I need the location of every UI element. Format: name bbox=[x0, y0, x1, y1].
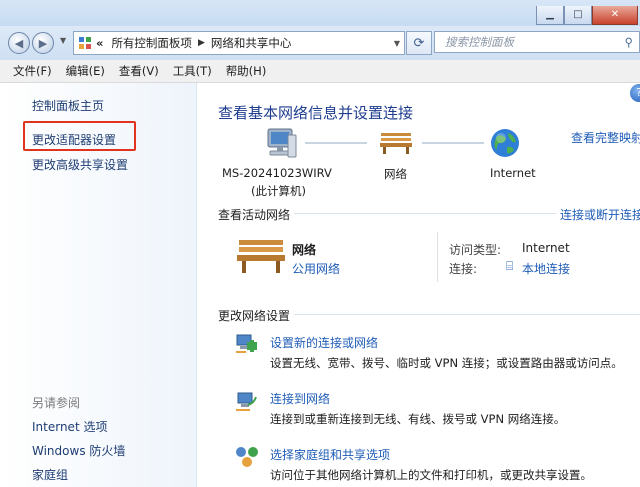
search-input[interactable]: 搜索控制面板 ⚲ bbox=[434, 31, 640, 53]
access-type-value: Internet bbox=[522, 241, 570, 255]
menu-edit[interactable]: 编辑(E) bbox=[59, 63, 112, 79]
address-bar[interactable]: « 所有控制面板项 ▶ 网络和共享中心 ▼ bbox=[73, 31, 405, 55]
map-connector-left bbox=[305, 142, 367, 144]
close-button[interactable]: ✕ bbox=[592, 6, 638, 25]
connection-label: 连接: bbox=[449, 262, 478, 276]
refresh-icon: ⟳ bbox=[413, 35, 425, 51]
connect-disconnect-link[interactable]: 连接或断开连接 bbox=[560, 206, 640, 223]
view-full-map-link[interactable]: 查看完整映射 bbox=[571, 129, 640, 146]
sidebar-link-homegroup[interactable]: 家庭组 bbox=[32, 466, 68, 483]
sidebar-link-home[interactable]: 控制面板主页 bbox=[32, 97, 104, 114]
map-connector-right bbox=[422, 142, 484, 144]
computer-name-label: MS-20241023WIRV bbox=[222, 166, 332, 180]
sidebar-link-advanced-sharing[interactable]: 更改高级共享设置 bbox=[32, 156, 128, 173]
change-settings-divider bbox=[294, 314, 640, 315]
setup-new-connection-link[interactable]: 设置新的连接或网络 bbox=[270, 334, 378, 351]
menu-file[interactable]: 文件(F) bbox=[0, 63, 59, 79]
sidebar-link-firewall[interactable]: Windows 防火墙 bbox=[32, 442, 125, 459]
connect-to-network-desc: 连接到或重新连接到无线、有线、拨号或 VPN 网络连接。 bbox=[270, 412, 566, 426]
breadcrumb-network-center[interactable]: 网络和共享中心 bbox=[207, 35, 296, 51]
history-dropdown-icon[interactable]: ▼ bbox=[60, 36, 66, 45]
homegroup-sharing-link[interactable]: 选择家庭组和共享选项 bbox=[270, 446, 390, 463]
minimize-button[interactable]: ▁ bbox=[536, 6, 564, 25]
access-type-label: 访问类型: bbox=[449, 243, 502, 257]
page-title: 查看基本网络信息并设置连接 bbox=[218, 104, 414, 122]
internet-globe-icon bbox=[489, 127, 521, 162]
maximize-button[interactable]: □ bbox=[564, 6, 592, 25]
homegroup-sharing-desc: 访问位于其他网络计算机上的文件和打印机，或更改共享设置。 bbox=[270, 468, 592, 482]
address-overflow[interactable]: « bbox=[92, 36, 107, 50]
homegroup-icon bbox=[234, 445, 260, 472]
connect-to-network-link[interactable]: 连接到网络 bbox=[270, 390, 330, 407]
sidebar-link-internet-options[interactable]: Internet 选项 bbox=[32, 418, 107, 435]
active-network-vdivider bbox=[437, 232, 438, 282]
internet-label: Internet bbox=[490, 166, 536, 180]
local-connection-link[interactable]: 本地连接 bbox=[522, 260, 570, 277]
active-networks-divider bbox=[294, 213, 556, 214]
address-dropdown-icon[interactable]: ▼ bbox=[394, 39, 400, 48]
search-icon[interactable]: ⚲ bbox=[625, 35, 633, 49]
network-type-link[interactable]: 公用网络 bbox=[292, 260, 340, 277]
network-bench-icon bbox=[379, 131, 413, 158]
forward-button[interactable]: ▶ bbox=[32, 32, 54, 54]
sidebar-link-adapter-settings[interactable]: 更改适配器设置 bbox=[32, 131, 116, 148]
network-label: 网络 bbox=[384, 167, 407, 181]
active-network-bench-icon bbox=[236, 238, 286, 277]
computer-icon bbox=[262, 127, 298, 164]
change-settings-heading: 更改网络设置 bbox=[218, 309, 291, 323]
help-icon[interactable]: ? bbox=[630, 84, 640, 102]
connect-network-icon bbox=[234, 389, 260, 416]
setup-new-connection-desc: 设置无线、宽带、拨号、临时或 VPN 连接；或设置路由器或访问点。 bbox=[270, 356, 623, 370]
search-placeholder: 搜索控制面板 bbox=[445, 35, 514, 49]
breadcrumb-all-items[interactable]: 所有控制面板项 bbox=[107, 35, 196, 51]
menu-help[interactable]: 帮助(H) bbox=[219, 63, 274, 79]
back-arrow-icon: ◀ bbox=[14, 36, 24, 50]
ethernet-icon: ⌸ bbox=[506, 259, 514, 273]
back-button[interactable]: ◀ bbox=[8, 32, 30, 54]
menu-tools[interactable]: 工具(T) bbox=[166, 63, 219, 79]
minimize-icon: ▁ bbox=[546, 9, 554, 20]
menu-view[interactable]: 查看(V) bbox=[112, 63, 166, 79]
window-controls: ▁ □ ✕ bbox=[536, 6, 638, 25]
menu-bar: 文件(F) 编辑(E) 查看(V) 工具(T) 帮助(H) bbox=[0, 60, 640, 83]
breadcrumb-arrow-icon[interactable]: ▶ bbox=[196, 38, 207, 48]
refresh-button[interactable]: ⟳ bbox=[406, 31, 432, 55]
active-network-name: 网络 bbox=[292, 243, 317, 257]
active-networks-heading: 查看活动网络 bbox=[218, 208, 291, 222]
forward-arrow-icon: ▶ bbox=[38, 36, 48, 50]
computer-sub-label: (此计算机) bbox=[251, 184, 306, 198]
control-panel-icon bbox=[78, 36, 92, 50]
see-also-heading: 另请参阅 bbox=[32, 396, 81, 410]
close-icon: ✕ bbox=[610, 9, 620, 20]
new-connection-icon bbox=[234, 332, 260, 359]
maximize-icon: □ bbox=[573, 9, 583, 20]
